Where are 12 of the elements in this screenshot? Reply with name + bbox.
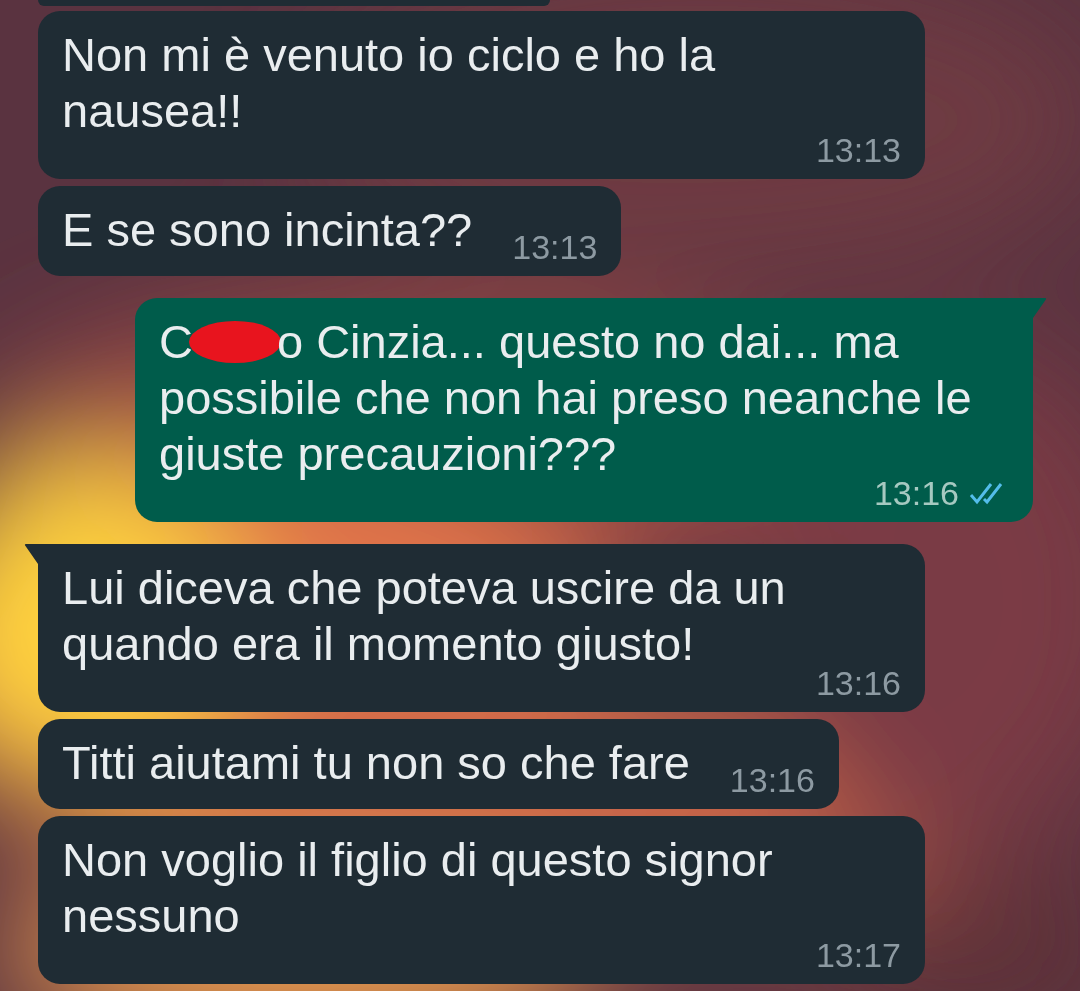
message-text: Titti aiutami tu non so che fare [62,735,690,791]
message-text: C [159,314,193,370]
message-text: Non voglio il figlio di questo signor nessuno [62,832,774,944]
message-text: Lui diceva che poteva uscire da un quando era il momento giusto! [62,560,787,672]
message-text: o Cinzia... questo no dai... ma [276,314,899,370]
message-time: 13:16 [815,664,901,702]
message-text: E se sono incinta?? [62,202,473,258]
message-time: 13:17 [815,936,901,974]
message-text: Non mi è venuto io ciclo e ho la nausea!! [62,27,717,139]
message-time: 13:16 [729,761,815,799]
message-time: 13:13 [512,228,598,266]
message-time: 13:13 [815,131,901,169]
